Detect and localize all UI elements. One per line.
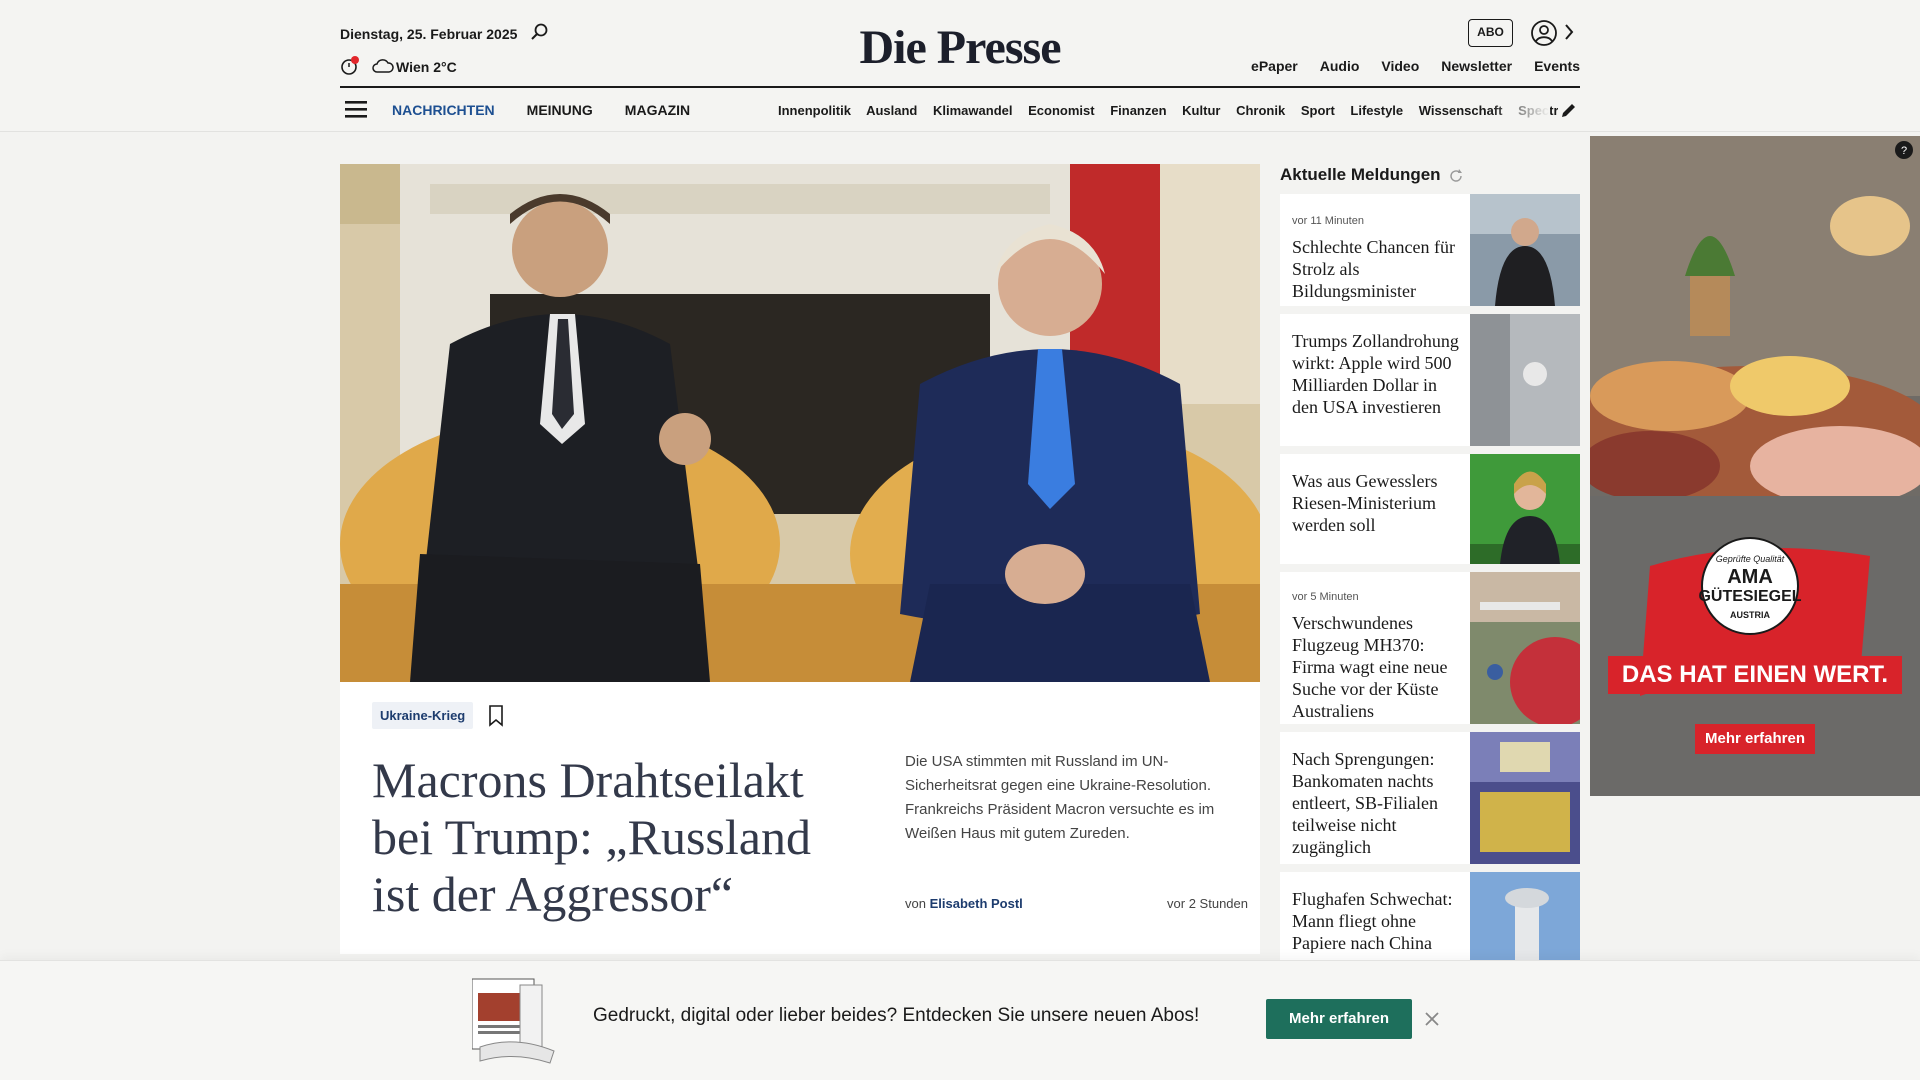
seal-ama: AMA: [1727, 566, 1773, 588]
news-item[interactable]: Nach Sprengungen: Bankomaten nachts entl…: [1280, 732, 1580, 864]
hero-article[interactable]: Ukraine-Krieg Macrons Drahtseilakt bei T…: [340, 164, 1260, 954]
close-icon[interactable]: [1424, 1011, 1440, 1027]
ad-cta-button[interactable]: Mehr erfahren: [1695, 724, 1815, 754]
nav-innenpolitik[interactable]: Innenpolitik: [778, 103, 851, 118]
link-newsletter[interactable]: Newsletter: [1441, 58, 1512, 74]
byline-prefix: von: [905, 896, 926, 911]
top-links: ePaper Audio Video Newsletter Events: [1251, 58, 1580, 74]
news-thumbnail[interactable]: [1470, 314, 1580, 446]
link-video[interactable]: Video: [1381, 58, 1419, 74]
main-nav: NACHRICHTEN MEINUNG MAGAZIN: [392, 102, 690, 118]
pencil-icon[interactable]: [1560, 101, 1578, 119]
subscription-banner: Gedruckt, digital oder lieber beides? En…: [0, 960, 1920, 1080]
news-item[interactable]: vor 5 Minuten Verschwundenes Flugzeug MH3…: [1280, 572, 1580, 724]
news-item-time: vor 5 Minuten: [1292, 591, 1359, 603]
ad-slogan: DAS HAT EINEN WERT.: [1608, 656, 1902, 694]
news-item-title[interactable]: Verschwundenes Flugzeug MH370: Firma wag…: [1292, 612, 1462, 722]
news-item-title[interactable]: Nach Sprengungen: Bankomaten nachts entl…: [1292, 748, 1462, 858]
site-logo[interactable]: Die Presse: [0, 20, 1920, 75]
link-events[interactable]: Events: [1534, 58, 1580, 74]
bookmark-icon[interactable]: [488, 705, 504, 727]
seal-top-text: Geprüfte Qualität: [1715, 554, 1785, 564]
news-thumbnail[interactable]: [1470, 572, 1580, 724]
news-item-title[interactable]: Schlechte Chancen für Strolz als Bildung…: [1292, 236, 1462, 302]
article-tag[interactable]: Ukraine-Krieg: [372, 702, 474, 729]
news-thumbnail[interactable]: [1470, 872, 1580, 960]
nav-chronik[interactable]: Chronik: [1236, 103, 1285, 118]
section-nav: Innenpolitik Ausland Klimawandel Economi…: [778, 103, 1558, 118]
news-item-time: vor 11 Minuten: [1292, 215, 1364, 227]
article-teaser: Die USA stimmten mit Russland im UN-Sich…: [905, 753, 1215, 842]
nav-meinung[interactable]: MEINUNG: [527, 102, 593, 118]
news-item-title[interactable]: Trumps Zollandrohung wirkt: Apple wird 5…: [1292, 330, 1462, 418]
nav-klimawandel[interactable]: Klimawandel: [933, 103, 1012, 118]
hamburger-menu-icon[interactable]: [345, 100, 367, 118]
svg-text:?: ?: [1901, 145, 1907, 157]
ad-info-icon[interactable]: ?: [1894, 140, 1914, 160]
news-thumbnail[interactable]: [1470, 194, 1580, 306]
user-account-icon[interactable]: [1530, 19, 1558, 47]
nav-sport[interactable]: Sport: [1301, 103, 1335, 118]
nav-ausland[interactable]: Ausland: [866, 103, 917, 118]
nav-finanzen[interactable]: Finanzen: [1110, 103, 1166, 118]
link-epaper[interactable]: ePaper: [1251, 58, 1298, 74]
hero-image[interactable]: [340, 164, 1260, 682]
site-header: Dienstag, 25. Februar 2025 Wien 2°C Die …: [0, 0, 1920, 132]
seal-austria: AUSTRIA: [1730, 610, 1770, 620]
article-time: vor 2 Stunden: [1167, 896, 1248, 911]
article-byline: von Elisabeth Postl: [905, 896, 1023, 911]
newspaper-image: [472, 978, 555, 1064]
refresh-icon: [1450, 169, 1462, 182]
news-thumbnail[interactable]: [1470, 732, 1580, 864]
nav-economist[interactable]: Economist: [1028, 103, 1094, 118]
header-divider: [340, 86, 1580, 88]
article-headline[interactable]: Macrons Drahtseilakt bei Trump: „Russlan…: [372, 752, 842, 923]
news-item-title[interactable]: Was aus Gewesslers Riesen-Ministerium we…: [1292, 470, 1462, 536]
seal-guetesiegel: GÜTESIEGEL: [1698, 588, 1802, 605]
ad-banner[interactable]: Geprüfte Qualität AMA GÜTESIEGEL AUSTRIA…: [1590, 136, 1920, 796]
news-item[interactable]: vor 11 Minuten Schlechte Chancen für Stro…: [1280, 194, 1580, 306]
author-name[interactable]: Elisabeth Postl: [930, 896, 1023, 911]
nav-nachrichten[interactable]: NACHRICHTEN: [392, 102, 495, 118]
banner-cta-button[interactable]: Mehr erfahren: [1266, 999, 1412, 1039]
nav-magazin[interactable]: MAGAZIN: [625, 102, 690, 118]
news-item-title[interactable]: Flughafen Schwechat: Mann fliegt ohne Pa…: [1292, 888, 1462, 954]
nav-kultur[interactable]: Kultur: [1182, 103, 1220, 118]
news-item[interactable]: Trumps Zollandrohung wirkt: Apple wird 5…: [1280, 314, 1580, 446]
nav-fade: [1490, 96, 1550, 126]
nav-lifestyle[interactable]: Lifestyle: [1350, 103, 1403, 118]
banner-text: Gedruckt, digital oder lieber beides? En…: [593, 1005, 1200, 1026]
abo-button[interactable]: ABO: [1468, 19, 1513, 47]
chevron-right-icon[interactable]: [1562, 22, 1576, 42]
news-item[interactable]: Flughafen Schwechat: Mann fliegt ohne Pa…: [1280, 872, 1580, 960]
news-item[interactable]: Was aus Gewesslers Riesen-Ministerium we…: [1280, 454, 1580, 564]
news-section-title[interactable]: Aktuelle Meldungen: [1280, 165, 1441, 185]
news-thumbnail[interactable]: [1470, 454, 1580, 564]
link-audio[interactable]: Audio: [1320, 58, 1360, 74]
